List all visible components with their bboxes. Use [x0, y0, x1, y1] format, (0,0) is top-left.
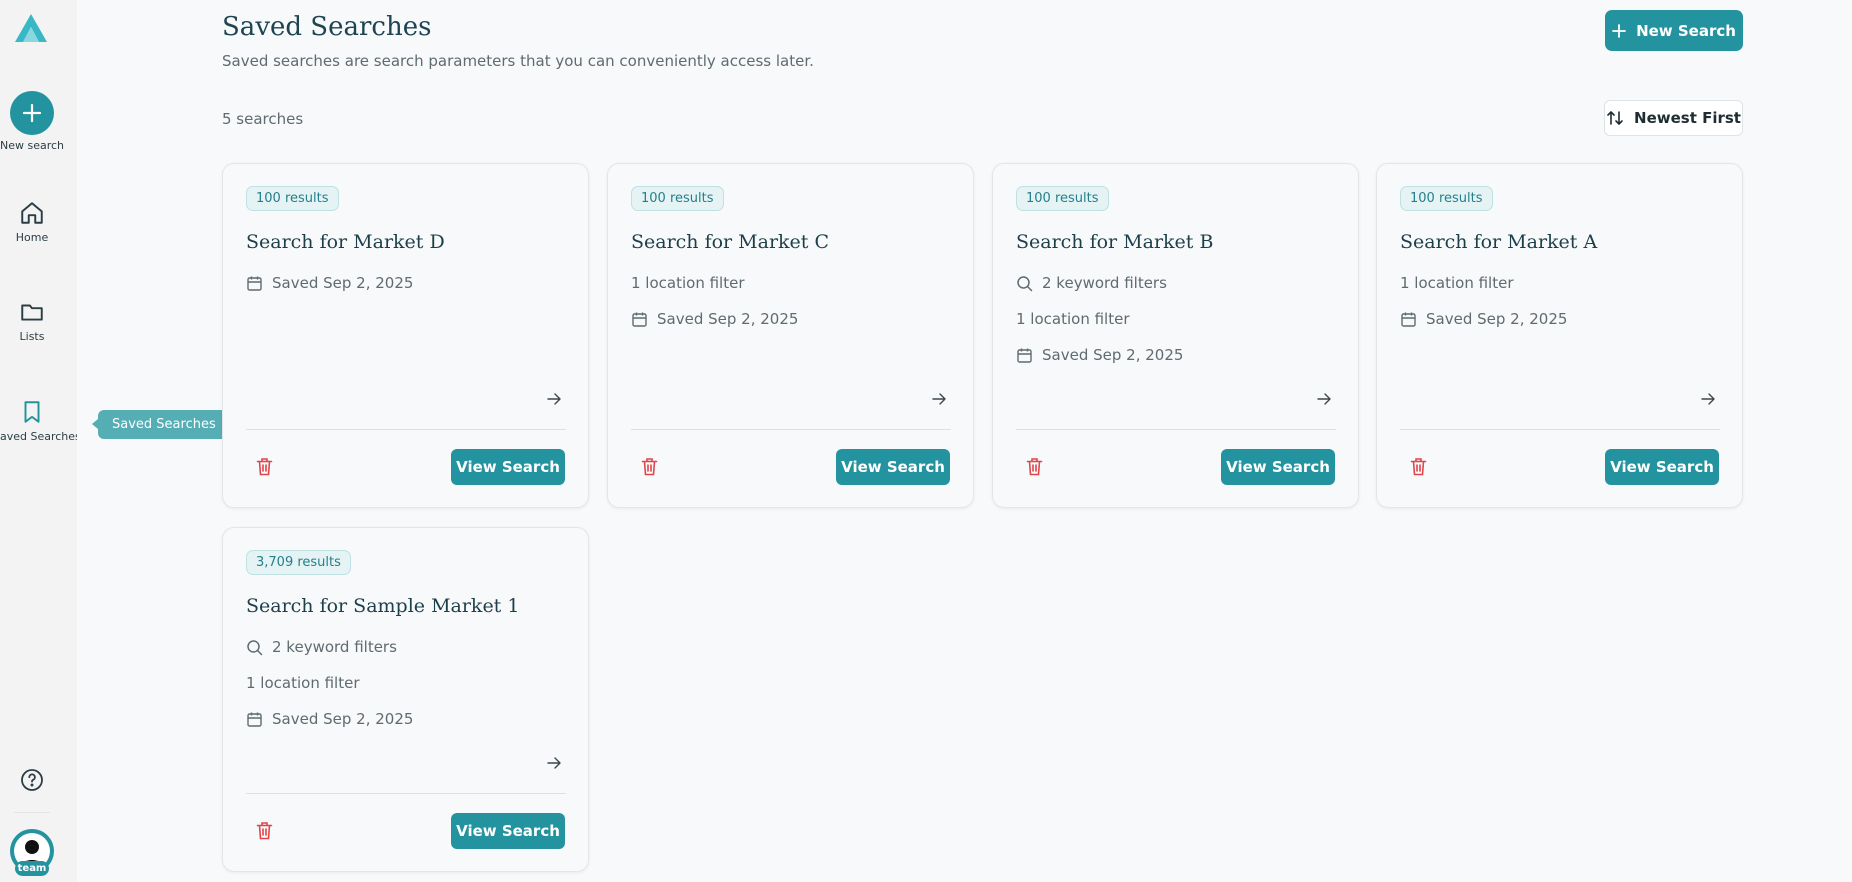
card-title[interactable]: Search for Market C: [631, 231, 829, 253]
bookmark-icon: [18, 398, 46, 426]
calendar-icon: [1401, 312, 1416, 327]
location-filter-text: 1 location filter: [1016, 310, 1130, 328]
sidebar-item-label: Home: [15, 231, 49, 244]
folder-icon: [18, 298, 46, 326]
avatar-tag: team: [15, 861, 49, 876]
tooltip: Saved Searches: [92, 410, 230, 439]
location-filter: 1 location filter: [246, 674, 360, 692]
calendar-icon: [247, 276, 262, 291]
arrow-right-icon[interactable]: [1700, 391, 1716, 407]
search-card: 100 results Search for Market C 1 locati…: [607, 163, 974, 508]
saved-date-text: Saved Sep 2, 2025: [272, 710, 414, 728]
sidebar-item-label: Lists: [19, 330, 45, 343]
trash-icon[interactable]: [641, 457, 658, 476]
sidebar-item-label: Saved Searches: [0, 430, 77, 443]
location-filter-text: 1 location filter: [1400, 274, 1514, 292]
calendar-icon: [247, 712, 262, 727]
card-divider: [246, 429, 566, 430]
results-badge: 100 results: [1016, 186, 1109, 211]
saved-date-text: Saved Sep 2, 2025: [272, 274, 414, 292]
results-badge: 3,709 results: [246, 550, 351, 575]
new-search-label: New Search: [1636, 21, 1736, 40]
results-badge: 100 results: [1400, 186, 1493, 211]
arrow-right-icon[interactable]: [546, 755, 562, 771]
app-logo[interactable]: [13, 13, 49, 43]
location-filter: 1 location filter: [1016, 310, 1130, 328]
trash-icon[interactable]: [256, 457, 273, 476]
card-divider: [1016, 429, 1336, 430]
keyword-filter-text: 2 keyword filters: [272, 638, 397, 656]
sort-label: Newest First: [1634, 109, 1741, 127]
saved-date: Saved Sep 2, 2025: [1400, 310, 1567, 328]
trash-icon[interactable]: [256, 821, 273, 840]
trash-icon[interactable]: [1026, 457, 1043, 476]
search-icon: [1017, 275, 1033, 291]
sidebar-item-saved-searches[interactable]: Saved Searches: [0, 398, 77, 443]
view-search-button[interactable]: View Search: [451, 813, 565, 849]
keyword-filter: 2 keyword filters: [246, 638, 397, 656]
sidebar-item-lists[interactable]: Lists: [0, 298, 64, 343]
sidebar-new-search[interactable]: New search: [0, 91, 64, 152]
view-search-button[interactable]: View Search: [451, 449, 565, 485]
arrow-right-icon[interactable]: [931, 391, 947, 407]
new-search-button[interactable]: New Search: [1605, 10, 1743, 51]
card-title[interactable]: Search for Market B: [1016, 231, 1213, 253]
location-filter-text: 1 location filter: [246, 674, 360, 692]
arrow-right-icon[interactable]: [1316, 391, 1332, 407]
sidebar: New search Home Lists Saved Searches tea…: [0, 0, 77, 882]
results-badge: 100 results: [631, 186, 724, 211]
saved-date-text: Saved Sep 2, 2025: [657, 310, 799, 328]
search-card: 100 results Search for Market A 1 locati…: [1376, 163, 1743, 508]
page-title: Saved Searches: [222, 12, 432, 42]
sidebar-new-search-label: New search: [0, 139, 65, 152]
view-search-button[interactable]: View Search: [1605, 449, 1719, 485]
help-icon[interactable]: [20, 768, 44, 792]
sort-button[interactable]: Newest First: [1604, 100, 1743, 136]
page-subtitle: Saved searches are search parameters tha…: [222, 52, 814, 70]
calendar-icon: [632, 312, 647, 327]
calendar-icon: [1017, 348, 1032, 363]
sidebar-divider: [14, 812, 50, 813]
plus-icon: [1612, 23, 1626, 38]
home-icon: [18, 199, 46, 227]
saved-date: Saved Sep 2, 2025: [631, 310, 798, 328]
search-card: 3,709 results Search for Sample Market 1…: [222, 527, 589, 872]
arrow-right-icon[interactable]: [546, 391, 562, 407]
saved-date-text: Saved Sep 2, 2025: [1426, 310, 1568, 328]
card-divider: [631, 429, 951, 430]
card-divider: [1400, 429, 1720, 430]
trash-icon[interactable]: [1410, 457, 1427, 476]
card-title[interactable]: Search for Market A: [1400, 231, 1597, 253]
location-filter: 1 location filter: [1400, 274, 1514, 292]
sort-icon: [1607, 111, 1623, 125]
saved-date: Saved Sep 2, 2025: [246, 274, 413, 292]
saved-date: Saved Sep 2, 2025: [246, 710, 413, 728]
location-filter: 1 location filter: [631, 274, 745, 292]
keyword-filter-text: 2 keyword filters: [1042, 274, 1167, 292]
keyword-filter: 2 keyword filters: [1016, 274, 1167, 292]
search-count: 5 searches: [222, 110, 304, 128]
view-search-button[interactable]: View Search: [1221, 449, 1335, 485]
search-card: 100 results Search for Market D Saved Se…: [222, 163, 589, 508]
saved-date: Saved Sep 2, 2025: [1016, 346, 1183, 364]
sidebar-item-home[interactable]: Home: [0, 199, 64, 244]
location-filter-text: 1 location filter: [631, 274, 745, 292]
card-title[interactable]: Search for Market D: [246, 231, 445, 253]
saved-date-text: Saved Sep 2, 2025: [1042, 346, 1184, 364]
search-card: 100 results Search for Market B 2 keywor…: [992, 163, 1359, 508]
view-search-button[interactable]: View Search: [836, 449, 950, 485]
results-badge: 100 results: [246, 186, 339, 211]
search-icon: [247, 639, 263, 655]
card-title[interactable]: Search for Sample Market 1: [246, 595, 519, 617]
plus-icon: [10, 91, 54, 135]
card-divider: [246, 793, 566, 794]
